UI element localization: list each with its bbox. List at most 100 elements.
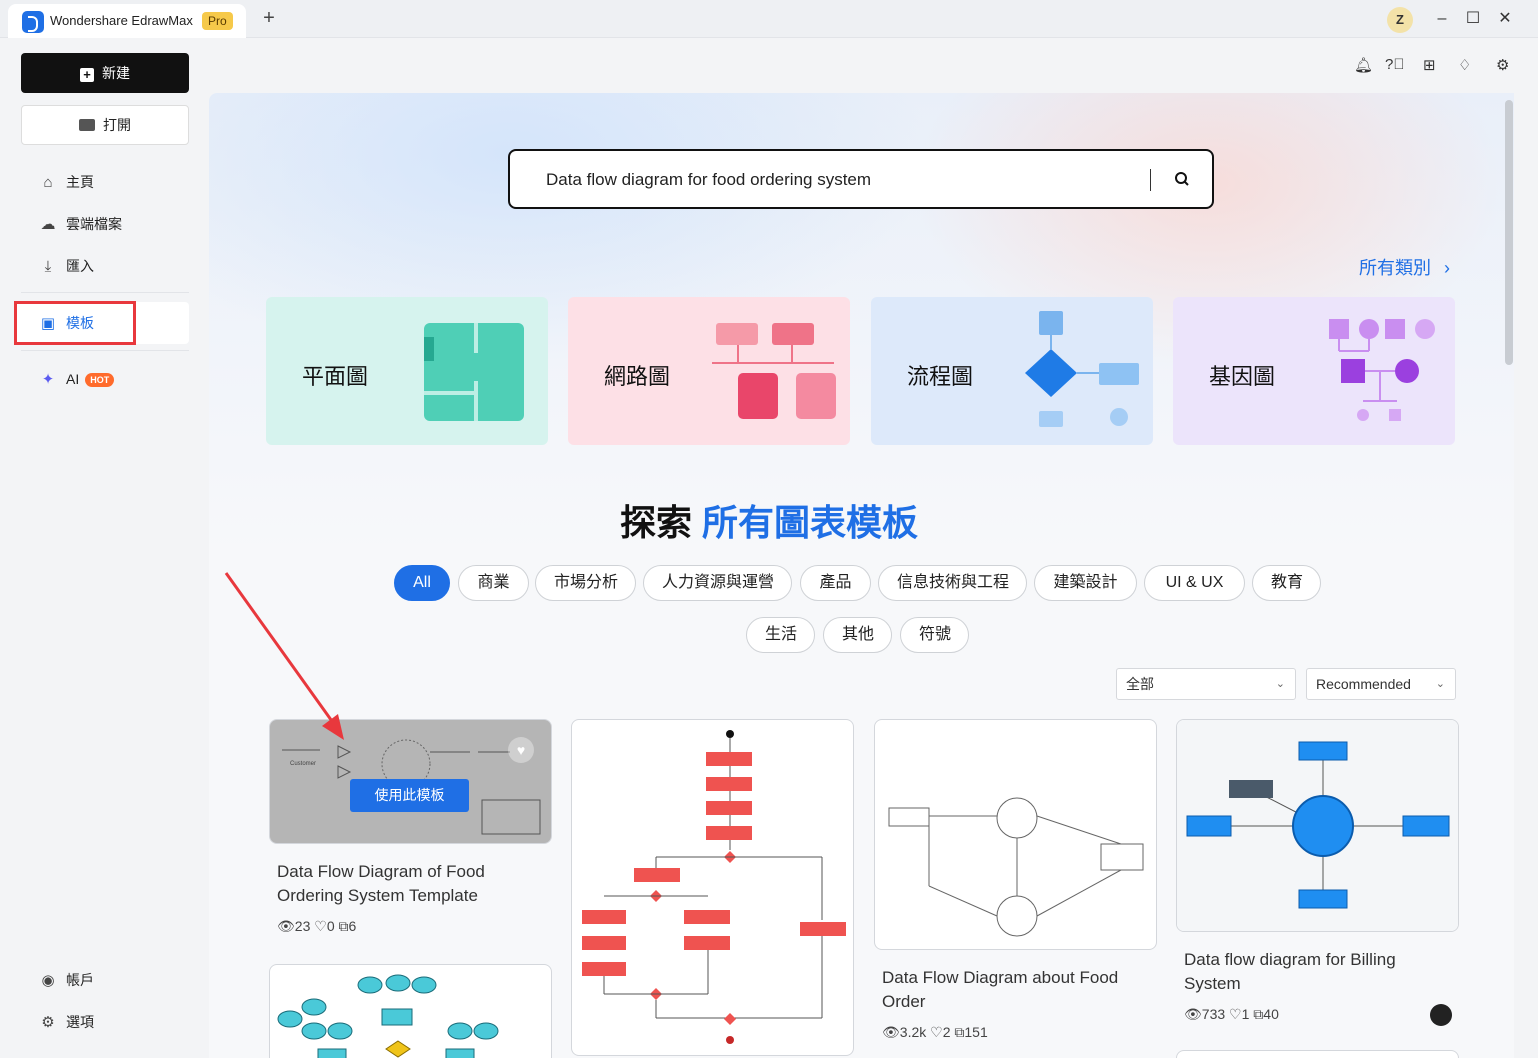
- nav-divider: [21, 292, 189, 293]
- minimize-button[interactable]: –: [1431, 8, 1453, 30]
- sidebar-item-label: AI: [66, 371, 80, 387]
- template-thumbnail-billing-system-dfd[interactable]: [1176, 719, 1459, 932]
- template-stats: 👁︎3.2k ♡2 ⧉151: [882, 1024, 988, 1041]
- new-tab-button[interactable]: +: [258, 8, 280, 30]
- new-button-label: 新建: [102, 65, 130, 81]
- use-template-button[interactable]: 使用此模板: [350, 779, 469, 812]
- open-button[interactable]: 打開: [21, 105, 189, 145]
- template-title[interactable]: Data Flow Diagram of Food Ordering Syste…: [277, 860, 537, 908]
- template-title[interactable]: Data flow diagram for Billing System: [1184, 948, 1444, 996]
- views-count: 3.2k: [899, 1024, 927, 1040]
- category-label: 網路圖: [604, 364, 671, 389]
- filter-chip-architecture[interactable]: 建築設計: [1034, 565, 1137, 601]
- bell-icon[interactable]: 🔔︎: [1354, 56, 1373, 76]
- eye-icon: 👁︎: [1184, 1006, 1202, 1022]
- chevron-down-icon: ⌄: [1435, 678, 1445, 690]
- template-preview-image: [277, 974, 499, 1058]
- chevron-right-icon: ›: [1444, 258, 1451, 278]
- creator-avatar[interactable]: [1430, 1004, 1452, 1026]
- filter-chip-it-engineering[interactable]: 信息技術與工程: [878, 565, 1027, 601]
- network-illustration-icon: [712, 323, 836, 419]
- template-thumbnail-dfd-food-order[interactable]: [874, 719, 1157, 950]
- app-tab[interactable]: Wondershare EdrawMax Pro: [8, 4, 246, 38]
- filter-chip-education[interactable]: 教育: [1252, 565, 1321, 601]
- explore-heading: 探索 所有圖表模板: [0, 494, 1538, 546]
- sidebar-item-label: 匯入: [66, 258, 94, 274]
- filter-chip-ui-ux[interactable]: UI & UX: [1144, 565, 1245, 601]
- filter-chip-life[interactable]: 生活: [746, 617, 815, 653]
- heart-icon: ♡: [930, 1024, 943, 1040]
- maximize-button[interactable]: ☐: [1462, 8, 1484, 30]
- category-card-network[interactable]: 網路圖: [568, 297, 850, 445]
- sidebar-item-cloud-files[interactable]: ☁ 雲端檔案: [38, 210, 123, 238]
- template-search-box[interactable]: Data flow diagram for food ordering syst…: [508, 149, 1214, 209]
- pro-badge: Pro: [202, 12, 233, 30]
- import-icon: ⤓: [44, 258, 52, 275]
- app-title: Wondershare EdrawMax: [50, 13, 193, 28]
- ai-sparkle-icon: ✦: [41, 371, 55, 388]
- search-divider: [1150, 169, 1151, 191]
- sidebar-item-import[interactable]: ⤓ 匯入: [38, 252, 94, 280]
- heart-icon: ♡: [1229, 1006, 1242, 1022]
- plus-square-icon: +: [80, 68, 94, 82]
- sidebar-item-ai[interactable]: ✦ AI HOT: [38, 365, 115, 393]
- template-thumbnail-order-flowchart[interactable]: [571, 719, 854, 1056]
- svg-text:Customer: Customer: [290, 761, 316, 767]
- likes-count: 2: [942, 1024, 951, 1040]
- template-preview-image: [888, 797, 1144, 937]
- apps-icon[interactable]: ⊞: [1423, 56, 1436, 76]
- category-label: 平面圖: [302, 364, 369, 389]
- filter-chip-all[interactable]: All: [394, 565, 450, 601]
- favorite-heart-icon[interactable]: ♥: [508, 737, 534, 763]
- sidebar-item-home[interactable]: ⌂ 主頁: [38, 168, 94, 196]
- search-icon[interactable]: [1170, 167, 1194, 191]
- template-stats: 👁︎23 ♡0 ⧉6: [277, 918, 356, 935]
- explore-heading-prefix: 探索: [619, 502, 692, 543]
- filter-chip-product[interactable]: 產品: [800, 565, 871, 601]
- views-count: 23: [294, 918, 311, 934]
- open-button-label: 打開: [103, 117, 131, 133]
- sidebar-item-label: 帳戶: [66, 972, 94, 988]
- hot-badge: HOT: [85, 373, 115, 388]
- category-card-flowchart[interactable]: 流程圖: [871, 297, 1153, 445]
- genogram-illustration-icon: [1329, 319, 1435, 421]
- likes-count: 1: [1241, 1006, 1250, 1022]
- template-title[interactable]: Data Flow Diagram about Food Order: [882, 966, 1142, 1014]
- filter-chip-business[interactable]: 商業: [458, 565, 529, 601]
- search-input[interactable]: Data flow diagram for food ordering syst…: [546, 170, 871, 190]
- template-thumbnail-er-diagram[interactable]: [269, 964, 552, 1058]
- filter-chip-symbols[interactable]: 符號: [900, 617, 969, 653]
- category-label: 基因圖: [1209, 364, 1276, 389]
- edrawmax-logo-icon: [22, 11, 44, 33]
- heart-icon: ♡: [314, 918, 327, 934]
- filter-chip-market-analysis[interactable]: 市場分析: [535, 565, 636, 601]
- nav-divider: [21, 350, 189, 351]
- scope-select-value: 全部: [1126, 676, 1154, 692]
- help-icon[interactable]: ?⃝: [1385, 56, 1405, 76]
- category-card-genogram[interactable]: 基因圖: [1173, 297, 1455, 445]
- sidebar-item-options[interactable]: ⚙ 選項: [38, 1008, 94, 1036]
- all-categories-link[interactable]: 所有類別 ›: [1359, 254, 1450, 280]
- scope-select[interactable]: 全部 ⌄: [1116, 668, 1296, 700]
- gear-icon[interactable]: ⚙: [1496, 56, 1509, 76]
- home-icon: ⌂: [43, 174, 53, 191]
- copies-count: 151: [964, 1024, 988, 1040]
- settings-icon: ⚙: [41, 1014, 55, 1031]
- template-thumbnail-next[interactable]: [1176, 1050, 1459, 1058]
- close-button[interactable]: ✕: [1494, 8, 1516, 30]
- vertical-scrollbar[interactable]: [1505, 100, 1513, 365]
- category-card-floor-plan[interactable]: 平面圖: [266, 297, 548, 445]
- copy-icon: ⧉: [1253, 1006, 1264, 1022]
- filter-chip-hr-operations[interactable]: 人力資源與運營: [643, 565, 792, 601]
- user-avatar[interactable]: Z: [1387, 7, 1413, 33]
- explore-heading-highlight: 所有圖表模板: [702, 502, 919, 543]
- all-categories-label: 所有類別: [1359, 258, 1431, 278]
- shirt-icon[interactable]: ♢: [1458, 56, 1471, 76]
- folder-icon: [79, 119, 95, 131]
- sort-select[interactable]: Recommended ⌄: [1306, 668, 1456, 700]
- sidebar-item-account[interactable]: ◉ 帳戶: [38, 966, 94, 994]
- filter-chip-other[interactable]: 其他: [823, 617, 892, 653]
- cloud-icon: ☁: [40, 216, 56, 233]
- new-button[interactable]: + 新建: [21, 53, 189, 93]
- template-stats: 👁︎733 ♡1 ⧉40: [1184, 1006, 1279, 1023]
